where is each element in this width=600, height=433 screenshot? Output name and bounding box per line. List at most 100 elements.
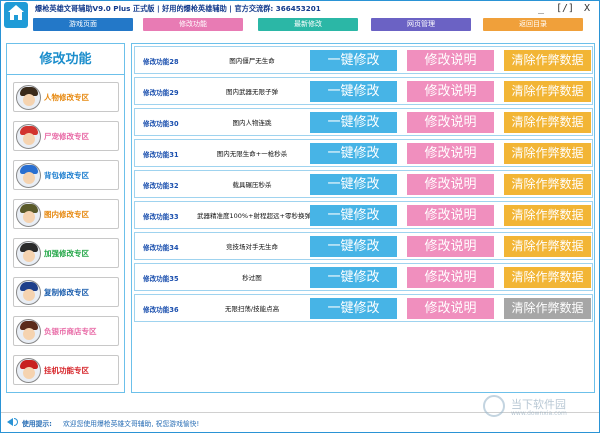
clear-cheat-data-button[interactable]: 清除作弊数据 — [504, 81, 591, 102]
sidebar-item-7[interactable]: 负银币商店专区 — [13, 316, 119, 346]
tab-latest-modifications[interactable]: 最新修改 — [258, 18, 358, 31]
feature-name: 修改功能36 — [143, 306, 179, 314]
feature-row: 修改功能28 图内僵尸无生命 一键修改 修改说明 清除作弊数据 — [134, 46, 593, 74]
status-message: 欢迎您使用爆枪英雄文哥辅助, 祝您游戏愉快! — [63, 420, 200, 428]
clear-cheat-data-button[interactable]: 清除作弊数据 — [504, 205, 591, 226]
feature-row: 修改功能31 图内无限生命+一枪秒杀 一键修改 修改说明 清除作弊数据 — [134, 139, 593, 167]
restore-button[interactable]: [/] — [556, 3, 574, 15]
feature-description: 无限扫荡/技能点高 — [224, 305, 280, 313]
feature-description: 秒过图 — [242, 274, 262, 282]
modification-info-button[interactable]: 修改说明 — [407, 298, 494, 319]
watermark: 当下软件园 www.downxia.com — [483, 393, 595, 423]
avatar-face-shape — [23, 289, 35, 301]
sidebar-item-label: 背包修改专区 — [44, 171, 89, 180]
feature-name: 修改功能31 — [143, 151, 179, 159]
sidebar-item-label: 复制修改专区 — [44, 288, 89, 297]
clear-cheat-data-button[interactable]: 清除作弊数据 — [504, 143, 591, 164]
feature-row: 修改功能32 载具碾压秒杀 一键修改 修改说明 清除作弊数据 — [134, 170, 593, 198]
pet-avatar-icon — [16, 124, 41, 149]
apply-modification-button[interactable]: 一键修改 — [310, 267, 397, 288]
clear-cheat-data-button[interactable]: 清除作弊数据 — [504, 50, 591, 71]
avatar-face-shape — [23, 133, 35, 145]
feature-list: 修改功能28 图内僵尸无生命 一键修改 修改说明 清除作弊数据 修改功能29 图内武器无限子… — [131, 43, 595, 393]
sidebar-item-1[interactable]: 人物修改专区 — [13, 82, 119, 112]
tab-web-management[interactable]: 网页管理 — [371, 18, 471, 31]
clear-cheat-data-button[interactable]: 清除作弊数据 — [504, 236, 591, 257]
sidebar-divider — [7, 74, 124, 75]
sidebar-item-label: 负银币商店专区 — [44, 327, 97, 336]
apply-modification-button[interactable]: 一键修改 — [310, 236, 397, 257]
sidebar-item-label: 挂机功能专区 — [44, 366, 89, 375]
app-window: 爆枪英雄文哥辅助V9.0 Plus 正式版 | 好用的爆枪英雄辅助 | 官方交流… — [0, 0, 600, 433]
sidebar-item-4[interactable]: 图内修改专区 — [13, 199, 119, 229]
modification-info-button[interactable]: 修改说明 — [407, 236, 494, 257]
copy-avatar-icon — [16, 280, 41, 305]
apply-modification-button[interactable]: 一键修改 — [310, 298, 397, 319]
avatar-face-shape — [23, 367, 35, 379]
speaker-wave-icon — [14, 418, 18, 426]
modification-info-button[interactable]: 修改说明 — [407, 143, 494, 164]
title-bar[interactable]: 爆枪英雄文哥辅助V9.0 Plus 正式版 | 好用的爆枪英雄辅助 | 官方交流… — [1, 1, 599, 28]
feature-name: 修改功能28 — [143, 58, 179, 66]
clear-cheat-data-button[interactable]: 清除作弊数据 — [504, 112, 591, 133]
avatar-face-shape — [23, 328, 35, 340]
modification-info-button[interactable]: 修改说明 — [407, 205, 494, 226]
feature-row: 修改功能29 图内武器无限子弹 一键修改 修改说明 清除作弊数据 — [134, 77, 593, 105]
top-navigation: 游戏页面 修改功能 最新修改 网页管理 返回目录 — [1, 17, 599, 33]
tab-game-page[interactable]: 游戏页面 — [33, 18, 133, 31]
apply-modification-button[interactable]: 一键修改 — [310, 205, 397, 226]
tab-return-menu[interactable]: 返回目录 — [483, 18, 583, 31]
feature-name: 修改功能29 — [143, 89, 179, 97]
backpack-avatar-icon — [16, 163, 41, 188]
avatar-face-shape — [23, 94, 35, 106]
feature-row: 修改功能34 竞技场对手无生命 一键修改 修改说明 清除作弊数据 — [134, 232, 593, 260]
modification-info-button[interactable]: 修改说明 — [407, 50, 494, 71]
feature-description: 载具碾压秒杀 — [232, 181, 272, 189]
feature-name: 修改功能34 — [143, 244, 179, 252]
apply-modification-button[interactable]: 一键修改 — [310, 50, 397, 71]
clear-cheat-data-button[interactable]: 清除作弊数据 — [504, 267, 591, 288]
apply-modification-button[interactable]: 一键修改 — [310, 174, 397, 195]
sidebar-item-5[interactable]: 加强修改专区 — [13, 238, 119, 268]
sidebar-item-label: 人物修改专区 — [44, 93, 89, 102]
feature-row: 修改功能33 武器精准度100%+射程超远+零秒换弹 一键修改 修改说明 清除作弊数据 — [134, 201, 593, 229]
feature-description: 武器精准度100%+射程超远+零秒换弹 — [197, 212, 311, 220]
modification-info-button[interactable]: 修改说明 — [407, 112, 494, 133]
speaker-icon — [7, 418, 13, 426]
status-label: 使用提示: — [22, 420, 52, 428]
watermark-logo-icon — [483, 395, 505, 417]
modification-info-button[interactable]: 修改说明 — [407, 81, 494, 102]
avatar-face-shape — [23, 172, 35, 184]
feature-name: 修改功能32 — [143, 182, 179, 190]
sidebar-item-8[interactable]: 挂机功能专区 — [13, 355, 119, 385]
boost-avatar-icon — [16, 241, 41, 266]
feature-description: 图内僵尸无生命 — [229, 57, 275, 65]
shop-avatar-icon — [16, 319, 41, 344]
clear-cheat-data-button: 清除作弊数据 — [504, 298, 591, 319]
feature-description: 竞技场对手无生命 — [226, 243, 278, 251]
feature-description: 图内无限生命+一枪秒杀 — [216, 150, 288, 158]
sidebar-item-6[interactable]: 复制修改专区 — [13, 277, 119, 307]
close-button[interactable]: X — [579, 3, 595, 15]
feature-name: 修改功能35 — [143, 275, 179, 283]
window-title: 爆枪英雄文哥辅助V9.0 Plus 正式版 | 好用的爆枪英雄辅助 | 官方交流… — [35, 4, 321, 13]
feature-name: 修改功能33 — [143, 213, 179, 221]
modification-info-button[interactable]: 修改说明 — [407, 267, 494, 288]
sidebar-item-2[interactable]: 尸宠修改专区 — [13, 121, 119, 151]
afk-avatar-icon — [16, 358, 41, 383]
modification-info-button[interactable]: 修改说明 — [407, 174, 494, 195]
feature-description: 图内人物连跳 — [232, 119, 272, 127]
apply-modification-button[interactable]: 一键修改 — [310, 81, 397, 102]
sidebar-item-3[interactable]: 背包修改专区 — [13, 160, 119, 190]
feature-row: 修改功能30 图内人物连跳 一键修改 修改说明 清除作弊数据 — [134, 108, 593, 136]
sidebar-title: 修改功能 — [39, 52, 92, 67]
avatar-face-shape — [23, 250, 35, 262]
sidebar-item-label: 图内修改专区 — [44, 210, 89, 219]
sidebar-item-label: 尸宠修改专区 — [44, 132, 89, 141]
tab-modify-functions[interactable]: 修改功能 — [143, 18, 243, 31]
apply-modification-button[interactable]: 一键修改 — [310, 112, 397, 133]
apply-modification-button[interactable]: 一键修改 — [310, 143, 397, 164]
clear-cheat-data-button[interactable]: 清除作弊数据 — [504, 174, 591, 195]
avatar-face-shape — [23, 211, 35, 223]
minimize-button[interactable]: _ — [533, 3, 549, 15]
